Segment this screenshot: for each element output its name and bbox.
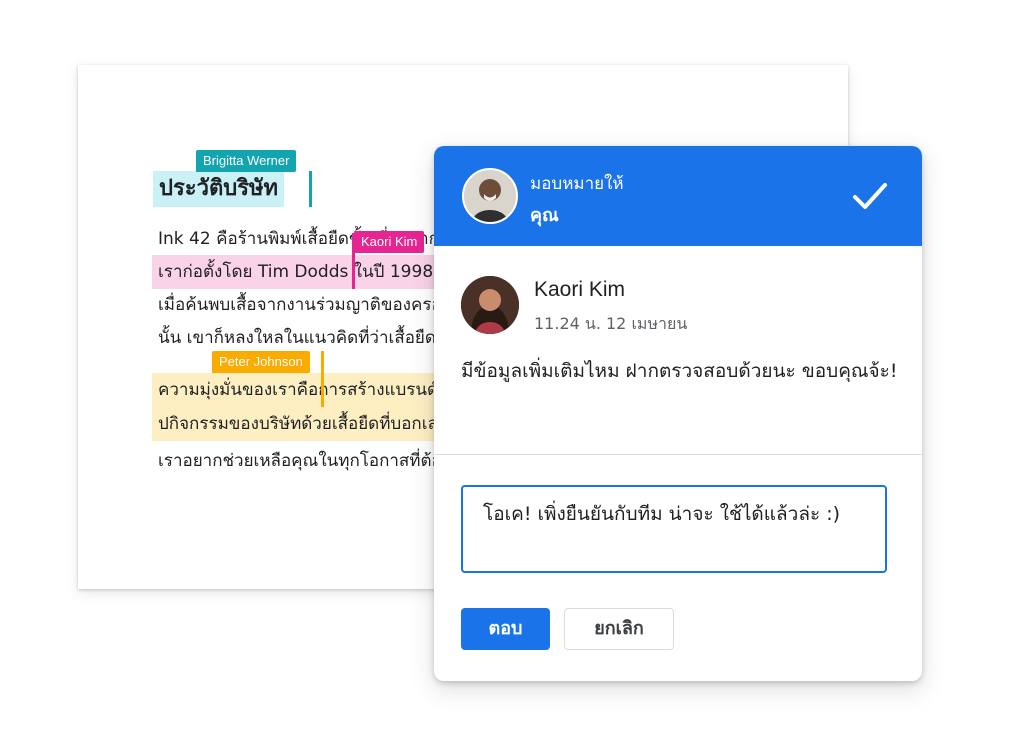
reply-input[interactable]: โอเค! เพิ่งยืนยันกับทีม น่าจะ ใช้ได้แล้ว… [461,485,887,573]
cursor-label-peter: Peter Johnson [212,351,310,373]
cursor-peter [321,351,324,407]
assigned-label: มอบหมายให้ [530,174,624,194]
author-avatar [461,276,519,334]
reply-button[interactable]: ตอบ [461,608,550,650]
comment-author: Kaori Kim [534,278,626,301]
comment-timestamp: 11.24 น. 12 เมษายน [534,314,688,333]
check-icon[interactable] [852,180,888,212]
assignment-header: มอบหมายให้ คุณ [434,146,922,246]
comment-message: มีข้อมูลเพิ่มเติมไหม ฝากตรวจสอบด้วยนะ ขอ… [461,360,898,382]
assigned-to: คุณ [530,205,559,226]
assignee-avatar [462,168,518,224]
divider [434,454,922,455]
document-title[interactable]: ประวัติบริษัท [159,176,278,201]
cursor-label-kaori: Kaori Kim [354,231,425,253]
comment-card: มอบหมายให้ คุณ Kaori Kim 11.24 น. 12 เมษ… [434,146,922,681]
person-icon [464,170,516,222]
person-icon [461,276,519,334]
cancel-button[interactable]: ยกเลิก [564,608,674,650]
title-highlight: ประวัติบริษัท [153,171,285,207]
cursor-label-brigitta: Brigitta Werner [196,150,297,172]
cursor-brigitta [309,171,312,207]
